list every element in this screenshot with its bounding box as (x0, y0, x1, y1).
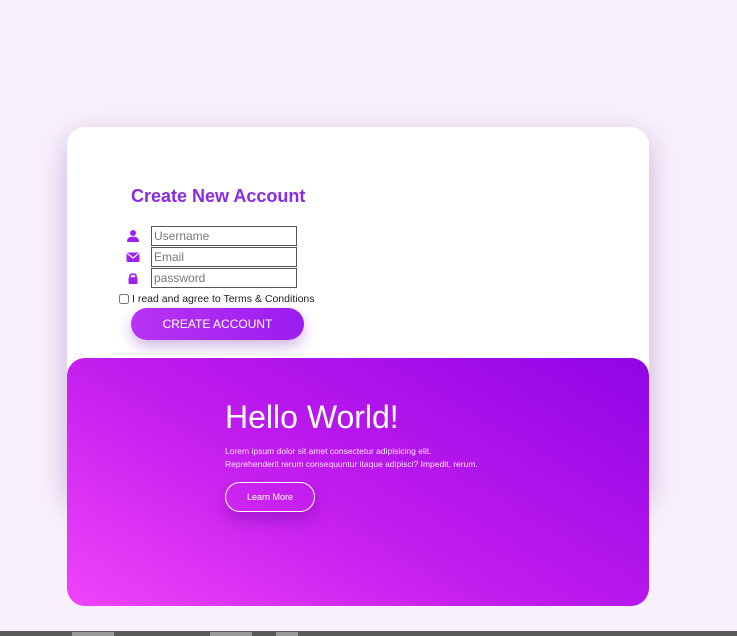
password-input[interactable] (151, 268, 297, 288)
hero-banner (67, 358, 649, 606)
username-row (126, 226, 326, 246)
taskbar-item[interactable] (276, 632, 298, 636)
create-account-button[interactable]: CREATE ACCOUNT (131, 308, 304, 340)
lock-icon (128, 273, 138, 284)
hero-text-line-2: Reprehenderit rerum consequuntur itaque … (225, 459, 478, 469)
taskbar-item[interactable] (210, 632, 252, 636)
learn-more-button[interactable]: Learn More (225, 482, 315, 512)
email-input[interactable] (151, 247, 297, 267)
taskbar (0, 631, 737, 636)
hero-text: Lorem ipsum dolor sit amet consectetur a… (225, 445, 545, 471)
password-row (126, 268, 326, 288)
hero-text-line-1: Lorem ipsum dolor sit amet consectetur a… (225, 446, 432, 456)
form-title: Create New Account (131, 186, 306, 206)
envelope-icon (126, 252, 140, 262)
terms-row: I read and agree to Terms & Conditions (119, 292, 315, 306)
terms-checkbox[interactable] (119, 294, 129, 304)
taskbar-item[interactable] (72, 632, 114, 636)
username-input[interactable] (151, 226, 297, 246)
user-icon (127, 230, 139, 242)
terms-label: I read and agree to Terms & Conditions (132, 293, 315, 305)
email-row (126, 247, 326, 267)
hero-title: Hello World! (225, 399, 399, 435)
